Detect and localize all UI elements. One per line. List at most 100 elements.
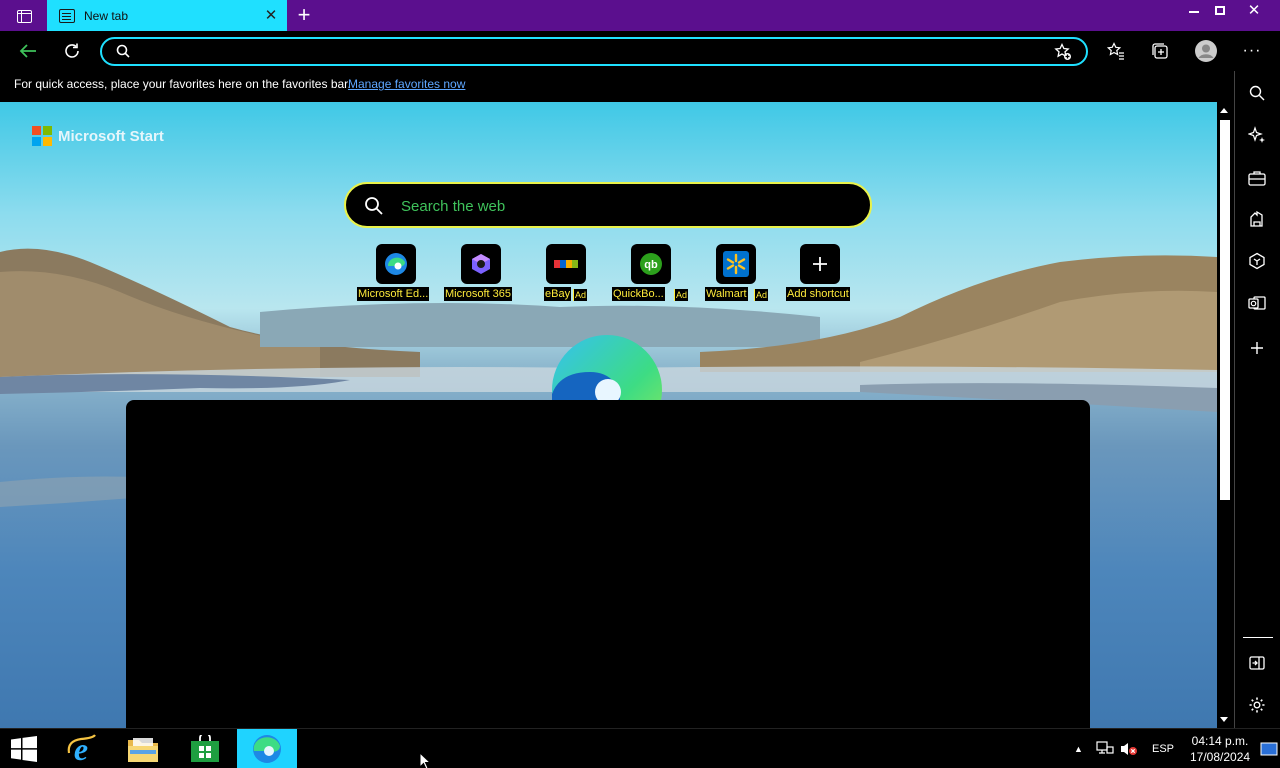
shortcut-tile: [376, 244, 416, 284]
edge-icon: [253, 735, 281, 763]
sidebar-office-button[interactable]: [1246, 250, 1268, 272]
network-button[interactable]: [1096, 729, 1114, 768]
tools-icon: [1248, 171, 1266, 186]
microsoft-start-text: Microsoft Start: [58, 127, 164, 145]
hide-sidebar-button[interactable]: [1246, 652, 1268, 674]
add-icon: [1251, 342, 1263, 354]
microsoft-start-logo[interactable]: Microsoft Start: [32, 126, 164, 146]
svg-text:qb: qb: [644, 259, 658, 271]
title-bar: New tab ✕ + ✕: [0, 0, 1280, 31]
start-button[interactable]: [0, 729, 48, 768]
ebay-icon: [554, 260, 578, 268]
internet-explorer-icon: e: [67, 733, 96, 765]
collections-icon: [1152, 43, 1168, 59]
input-language: ESP: [1152, 743, 1175, 755]
new-tab-button[interactable]: +: [292, 4, 316, 28]
input-language-button[interactable]: ESP: [1152, 729, 1174, 768]
games-icon: [1250, 210, 1263, 227]
close-window-button[interactable]: ✕: [1238, 0, 1270, 20]
volume-button[interactable]: [1120, 729, 1138, 768]
taskbar-store[interactable]: [176, 729, 234, 768]
news-feed-panel[interactable]: [126, 400, 1090, 728]
sidebar-outlook-button[interactable]: [1246, 292, 1268, 314]
show-desktop-button[interactable]: [1260, 729, 1278, 768]
tab-new-tab[interactable]: New tab ✕: [47, 0, 287, 31]
new-tab-page: Microsoft Start Microsoft Ed... Microsof…: [0, 102, 1217, 728]
toolbar: ···: [0, 31, 1280, 71]
shortcut-tile: [800, 244, 840, 284]
sidebar-games-button[interactable]: [1246, 208, 1268, 230]
back-button[interactable]: [16, 39, 40, 63]
office-icon: [1249, 252, 1265, 270]
file-explorer-icon: [128, 738, 158, 762]
taskbar-file-explorer[interactable]: [114, 729, 172, 768]
shortcut-label: Microsoft Ed...: [357, 287, 430, 301]
tab-actions-icon: [16, 9, 32, 23]
shortcut-tile: qb: [631, 244, 671, 284]
sidebar-settings-button[interactable]: [1246, 694, 1268, 716]
scroll-down-icon[interactable]: [1220, 717, 1228, 722]
close-tab-icon[interactable]: ✕: [263, 7, 279, 24]
manage-favorites-link[interactable]: Manage favorites now: [348, 77, 465, 91]
collections-button[interactable]: [1148, 39, 1172, 63]
edge-window: New tab ✕ + ✕ ··· For quick access, plac…: [0, 0, 1280, 768]
outlook-icon: [1248, 296, 1266, 310]
show-hidden-icons-button[interactable]: ▲: [1074, 729, 1083, 768]
sidebar-divider: [1243, 637, 1273, 638]
new-tab-page-icon: [59, 8, 75, 23]
plus-icon: [813, 257, 827, 271]
favorites-button[interactable]: [1104, 39, 1128, 63]
ad-badge: Ad: [573, 289, 588, 301]
sidebar-copilot-button[interactable]: [1246, 124, 1268, 146]
add-favorite-icon[interactable]: [1054, 43, 1072, 61]
mouse-cursor-icon: [419, 752, 431, 768]
scroll-up-icon[interactable]: [1220, 108, 1228, 113]
edge-icon: [385, 253, 407, 275]
shortcut-label: eBay: [544, 287, 572, 301]
restore-button[interactable]: [1204, 0, 1236, 20]
shortcut-microsoft-365[interactable]: Microsoft 365: [441, 244, 521, 304]
search-icon: [365, 197, 383, 215]
avatar: [1195, 40, 1217, 62]
notification-icon: [1260, 742, 1278, 756]
add-shortcut-button[interactable]: Add shortcut: [780, 244, 860, 304]
search-icon: [116, 44, 130, 58]
sidebar-tools-button[interactable]: [1246, 167, 1268, 189]
settings-more-button[interactable]: ···: [1240, 39, 1264, 63]
chevron-up-icon: ▲: [1074, 744, 1083, 754]
tab-actions-button[interactable]: [8, 5, 40, 27]
shortcut-tile: [546, 244, 586, 284]
search-icon: [1249, 85, 1265, 101]
favorites-bar: For quick access, place your favorites h…: [0, 71, 1234, 102]
store-icon: [191, 735, 219, 762]
clock-time: 04:14 p.m.: [1191, 734, 1249, 748]
web-search-input[interactable]: [401, 196, 841, 216]
back-arrow-icon: [19, 44, 36, 58]
taskbar-internet-explorer[interactable]: e: [52, 729, 110, 768]
taskbar-edge[interactable]: [237, 729, 297, 768]
favorites-icon: [1107, 42, 1124, 60]
clock[interactable]: 04:14 p.m. 17/08/2024: [1190, 733, 1250, 765]
shortcut-quickbooks[interactable]: qb QuickBo... Ad: [611, 244, 691, 304]
address-bar[interactable]: [100, 37, 1088, 66]
edge-sidebar: [1234, 71, 1280, 728]
shortcut-microsoft-edge[interactable]: Microsoft Ed...: [356, 244, 436, 304]
profile-button[interactable]: [1194, 39, 1218, 63]
scrollbar-thumb[interactable]: [1220, 120, 1230, 500]
settings-icon: [1249, 697, 1265, 713]
shortcut-label: QuickBo...: [612, 287, 665, 301]
m365-icon: [472, 254, 490, 274]
edge-logo-icon: [552, 335, 662, 402]
refresh-button[interactable]: [60, 39, 84, 63]
hide-sidebar-icon: [1249, 656, 1265, 670]
address-input[interactable]: [138, 42, 1038, 62]
sidebar-search-button[interactable]: [1246, 82, 1268, 104]
page-scrollbar[interactable]: [1217, 102, 1233, 728]
shortcut-tile: [716, 244, 756, 284]
microsoft-logo-icon: [32, 126, 52, 146]
shortcut-label: Walmart: [705, 287, 748, 301]
shortcut-ebay[interactable]: eBay Ad: [526, 244, 606, 304]
web-search-box[interactable]: [344, 182, 872, 228]
shortcut-walmart[interactable]: Walmart Ad: [696, 244, 776, 304]
sidebar-add-button[interactable]: [1246, 337, 1268, 359]
